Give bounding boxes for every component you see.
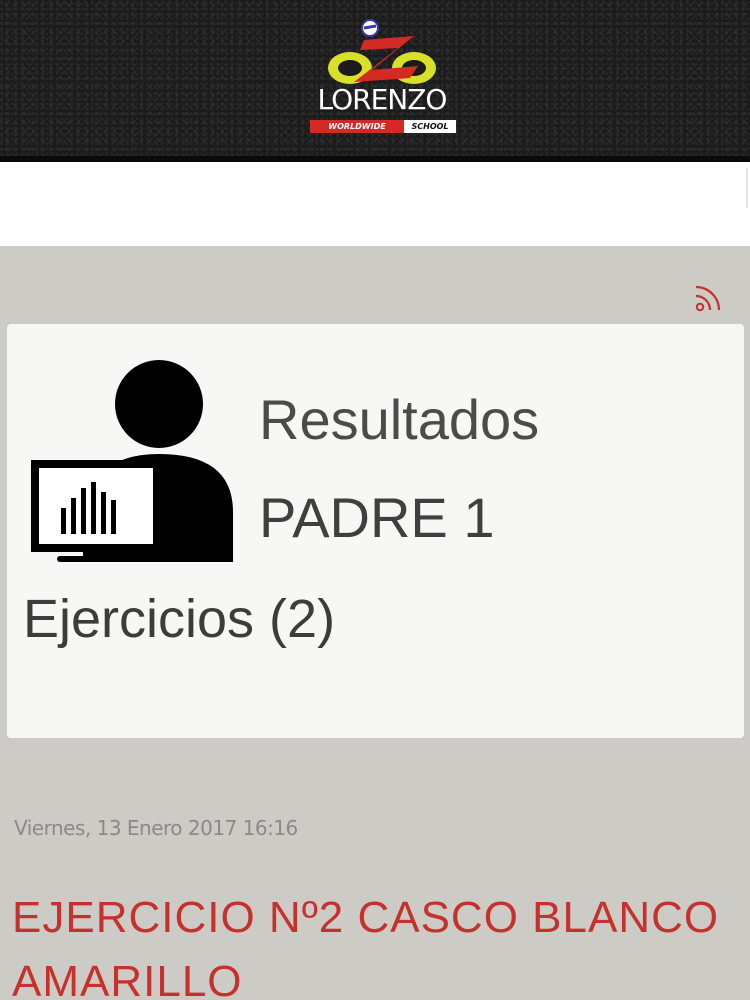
post-title-link[interactable]: EJERCICIO Nº2 CASCO BLANCO AMARILLO	[12, 886, 732, 1000]
card-subtitle: PADRE 1	[259, 486, 495, 549]
brand-tag-left: WORLDWIDE	[310, 120, 404, 133]
lorenzo-logo[interactable]: LORENZO WORLDWIDE SCHOOL	[302, 16, 462, 136]
logo-emblem-icon	[328, 19, 436, 84]
card-title: Resultados	[259, 388, 540, 451]
rss-feed-button[interactable]	[692, 280, 726, 314]
results-category-card[interactable]: Resultados PADRE 1 Ejercicios (2)	[7, 324, 744, 738]
navigation-bar	[0, 162, 750, 246]
user-monitor-icon	[21, 342, 241, 562]
scrollbar-edge	[746, 168, 748, 208]
brand-tagline: WORLDWIDE SCHOOL	[310, 120, 456, 133]
category-count-link[interactable]: Ejercicios (2)	[23, 586, 335, 652]
rss-icon	[695, 285, 721, 312]
brand-name: LORENZO	[317, 83, 448, 116]
post-date: Viernes, 13 Enero 2017 16:16	[14, 816, 298, 840]
site-header: LORENZO WORLDWIDE SCHOOL	[0, 0, 750, 162]
brand-tag-right: SCHOOL	[404, 120, 456, 133]
